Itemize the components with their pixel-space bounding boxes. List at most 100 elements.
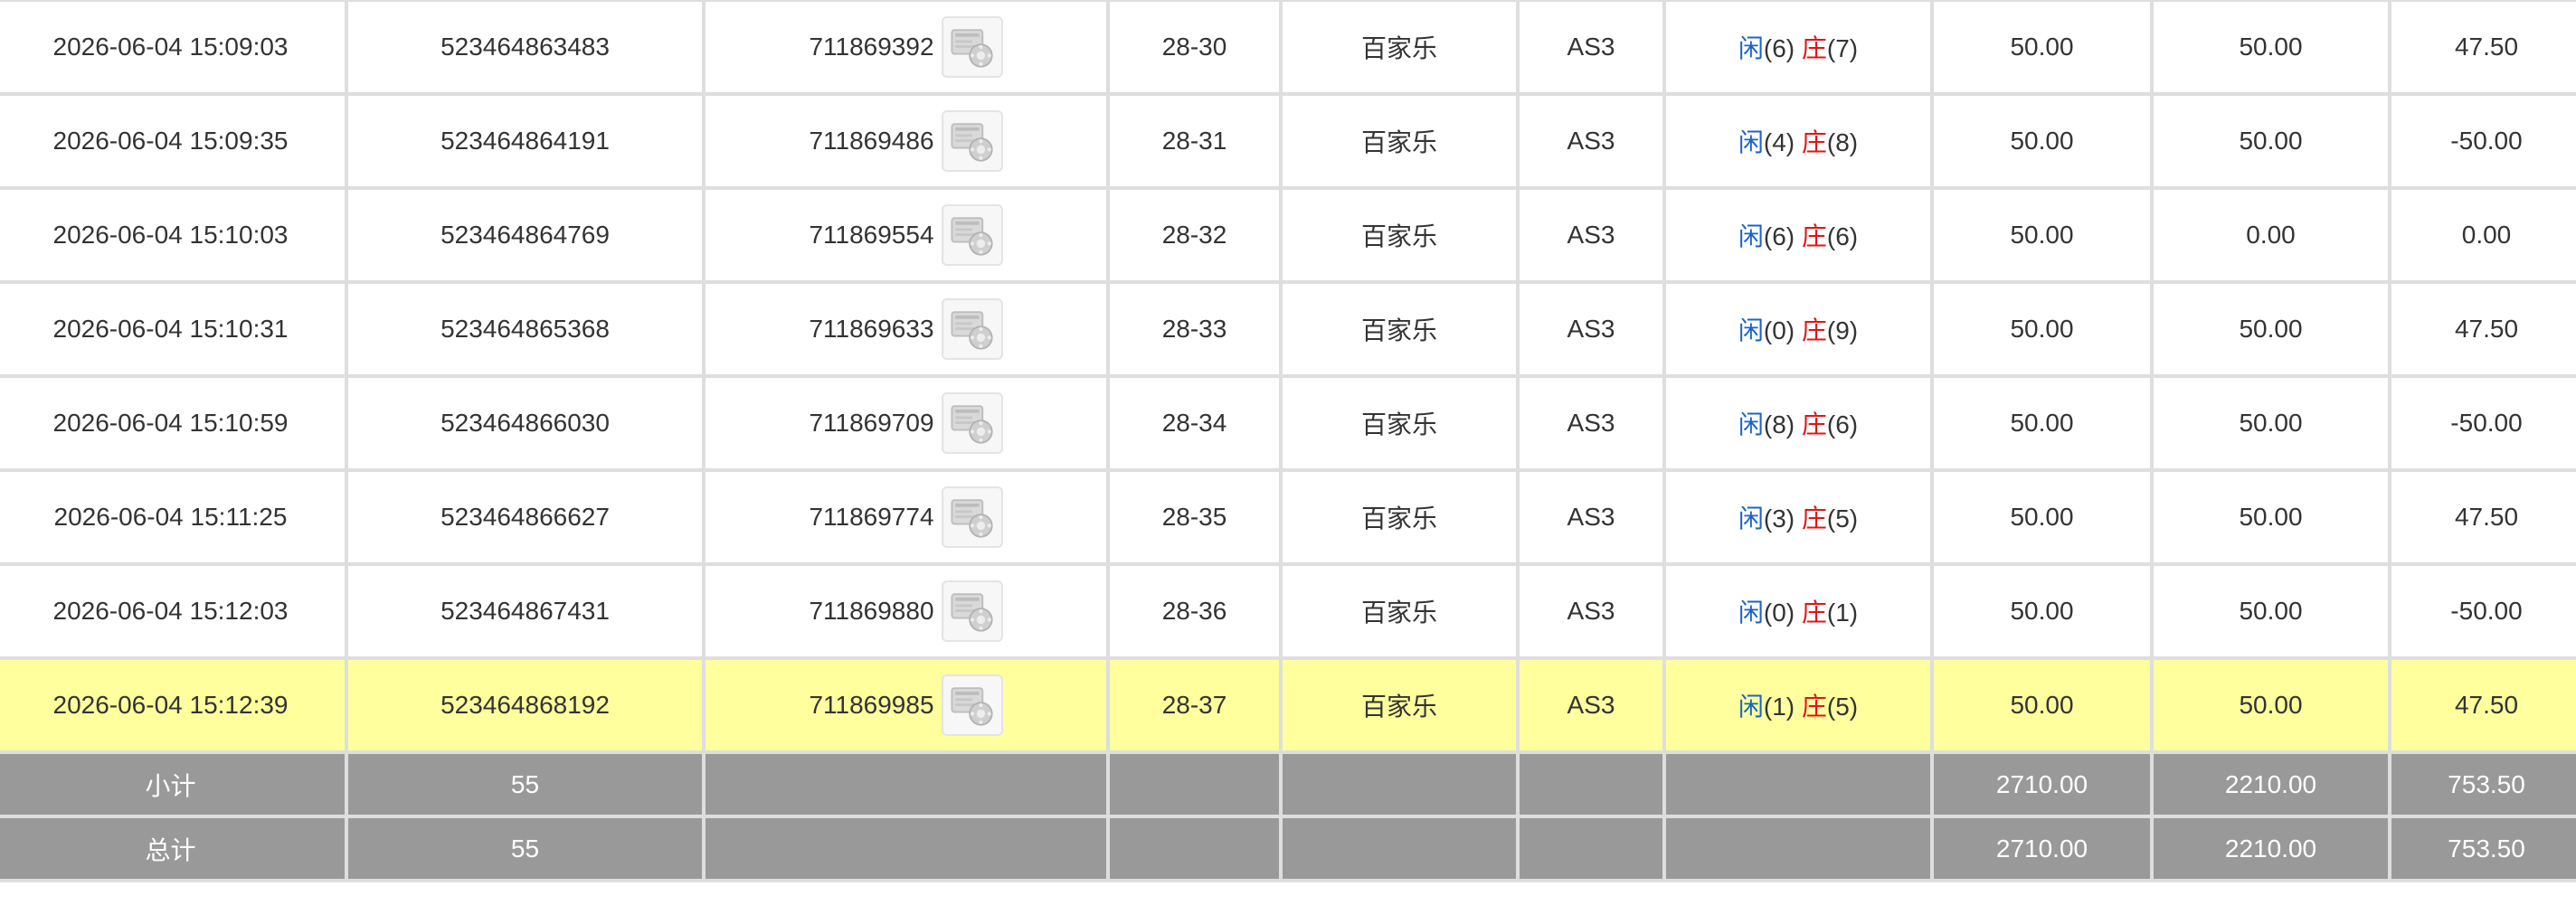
total-empty-cell — [1516, 815, 1666, 882]
round-id: 711869880 — [809, 597, 934, 625]
table-code: AS3 — [1516, 0, 1666, 96]
result-cell: 闲(0) 庄(9) — [1662, 280, 1934, 378]
banker-points: (6) — [1826, 410, 1859, 438]
bet-amount: 50.00 — [1930, 468, 2154, 566]
round-id: 711869392 — [809, 33, 934, 61]
win-loss-amount: 0.00 — [2388, 186, 2576, 284]
banker-label: 庄 — [1801, 222, 1827, 250]
result-cell: 闲(3) 庄(5) — [1662, 468, 1934, 566]
player-points: (6) — [1763, 34, 1795, 62]
card-result-icon[interactable] — [941, 298, 1003, 360]
player-label: 闲 — [1738, 316, 1764, 344]
result-cell: 闲(4) 庄(8) — [1662, 92, 1934, 190]
order-number: 523464865368 — [345, 280, 706, 378]
card-result-icon[interactable] — [941, 674, 1003, 736]
summary-body: 小计 55 2710.00 2210.00 753.50 总计 55 2710. — [0, 750, 2576, 882]
game-name: 百家乐 — [1279, 280, 1520, 378]
valid-bet-amount: 0.00 — [2150, 186, 2391, 284]
valid-bet-amount: 50.00 — [2150, 374, 2391, 472]
table-code: AS3 — [1516, 280, 1666, 378]
game-name: 百家乐 — [1279, 0, 1520, 96]
table-code: AS3 — [1516, 562, 1666, 660]
bet-amount: 50.00 — [1930, 186, 2154, 284]
result-cell: 闲(8) 庄(6) — [1662, 374, 1934, 472]
bet-time: 2026-06-04 15:11:25 — [0, 468, 348, 566]
valid-bet-amount: 50.00 — [2150, 562, 2391, 660]
total-row: 总计 55 2710.00 2210.00 753.50 — [0, 815, 2576, 882]
shoe-number: 28-32 — [1106, 186, 1283, 284]
round-id: 711869633 — [809, 315, 934, 343]
banker-points: (8) — [1826, 128, 1859, 156]
player-points: (8) — [1763, 410, 1795, 438]
card-result-icon[interactable] — [941, 110, 1003, 172]
result-cell: 闲(0) 庄(1) — [1662, 562, 1934, 660]
round-id: 711869709 — [809, 409, 934, 437]
win-loss-amount: -50.00 — [2388, 374, 2576, 472]
game-name: 百家乐 — [1279, 562, 1520, 660]
round-id-cell: 711869554 — [702, 186, 1110, 284]
card-result-icon[interactable] — [941, 204, 1003, 266]
table-row: 2026-06-04 15:11:25 523464866627 7118697… — [0, 468, 2576, 566]
table-row: 2026-06-04 15:09:35 523464864191 7118694… — [0, 92, 2576, 190]
round-id-cell: 711869709 — [702, 374, 1110, 472]
card-result-icon[interactable] — [941, 392, 1003, 454]
round-id: 711869486 — [809, 127, 934, 155]
order-number: 523464864769 — [345, 186, 706, 284]
valid-bet-amount: 50.00 — [2150, 656, 2391, 754]
total-empty-cell — [1662, 815, 1934, 882]
round-id-cell: 711869633 — [702, 280, 1110, 378]
subtotal-bet: 2710.00 — [1930, 750, 2154, 818]
banker-points: (5) — [1826, 693, 1859, 721]
banker-label: 庄 — [1801, 693, 1827, 721]
banker-points: (1) — [1826, 599, 1859, 627]
round-id: 711869554 — [809, 221, 934, 249]
banker-label: 庄 — [1801, 128, 1827, 156]
player-points: (0) — [1763, 316, 1795, 344]
result-cell: 闲(1) 庄(5) — [1662, 656, 1934, 754]
subtotal-valid-bet: 2210.00 — [2150, 750, 2391, 818]
card-result-icon[interactable] — [941, 580, 1003, 642]
banker-label: 庄 — [1801, 316, 1827, 344]
order-number: 523464866627 — [345, 468, 706, 566]
table-row: 2026-06-04 15:09:03 523464863483 7118693… — [0, 0, 2576, 96]
banker-points: (6) — [1826, 222, 1859, 250]
table-code: AS3 — [1516, 656, 1666, 754]
bet-time: 2026-06-04 15:09:03 — [0, 0, 348, 96]
order-number: 523464863483 — [345, 0, 706, 96]
player-label: 闲 — [1738, 128, 1764, 156]
total-empty-cell — [1106, 815, 1283, 882]
record-body: 2026-06-04 15:09:03 523464863483 7118693… — [0, 0, 2576, 754]
win-loss-amount: 47.50 — [2388, 280, 2576, 378]
total-valid-bet: 2210.00 — [2150, 815, 2391, 882]
table-row: 2026-06-04 15:12:39 523464868192 7118699… — [0, 656, 2576, 754]
bet-time: 2026-06-04 15:09:35 — [0, 92, 348, 190]
game-name: 百家乐 — [1279, 468, 1520, 566]
bet-amount: 50.00 — [1930, 280, 2154, 378]
win-loss-amount: 47.50 — [2388, 0, 2576, 96]
player-label: 闲 — [1738, 34, 1764, 62]
round-id-cell: 711869392 — [702, 0, 1110, 96]
player-label: 闲 — [1738, 693, 1764, 721]
bet-amount: 50.00 — [1930, 92, 2154, 190]
bet-time: 2026-06-04 15:10:31 — [0, 280, 348, 378]
valid-bet-amount: 50.00 — [2150, 0, 2391, 96]
player-points: (0) — [1763, 599, 1795, 627]
player-label: 闲 — [1738, 222, 1764, 250]
card-result-icon[interactable] — [941, 16, 1003, 78]
subtotal-empty-cell — [1279, 750, 1520, 818]
round-id-cell: 711869985 — [702, 656, 1110, 754]
subtotal-empty-cell — [1662, 750, 1934, 818]
order-number: 523464866030 — [345, 374, 706, 472]
shoe-number: 28-37 — [1106, 656, 1283, 754]
bet-amount: 50.00 — [1930, 374, 2154, 472]
bet-amount: 50.00 — [1930, 562, 2154, 660]
shoe-number: 28-33 — [1106, 280, 1283, 378]
table-row: 2026-06-04 15:12:03 523464867431 7118698… — [0, 562, 2576, 660]
round-id: 711869985 — [809, 691, 934, 719]
shoe-number: 28-35 — [1106, 468, 1283, 566]
win-loss-amount: 47.50 — [2388, 468, 2576, 566]
card-result-icon[interactable] — [941, 486, 1003, 548]
player-label: 闲 — [1738, 599, 1764, 627]
shoe-number: 28-34 — [1106, 374, 1283, 472]
banker-label: 庄 — [1801, 599, 1827, 627]
